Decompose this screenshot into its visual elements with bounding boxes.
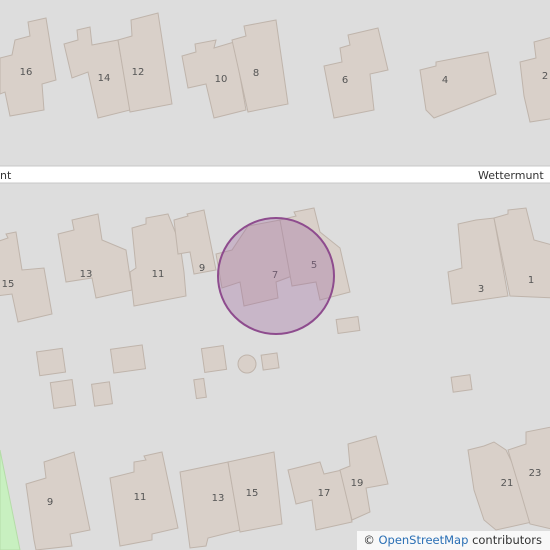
svg-text:4: 4: [442, 75, 448, 86]
building-13: 13: [57, 213, 133, 299]
svg-text:13: 13: [212, 493, 225, 504]
map-svg: nt Wettermunt 16 14 12 10 8 6 4 2 15 13: [0, 12, 550, 550]
svg-text:6: 6: [342, 75, 348, 86]
building-6: 6: [323, 27, 389, 119]
building-16: 16: [0, 17, 57, 117]
svg-text:11: 11: [134, 492, 147, 503]
street-wettermunt: [0, 165, 550, 184]
svg-text:1: 1: [528, 275, 534, 286]
building-2: 2: [519, 37, 550, 123]
svg-text:11: 11: [152, 269, 165, 280]
street-label-left: nt: [0, 169, 12, 182]
svg-text:13: 13: [80, 269, 93, 280]
copyright-symbol: ©: [363, 533, 375, 547]
building-15: 15: [0, 231, 53, 323]
map-canvas[interactable]: nt Wettermunt 16 14 12 10 8 6 4 2 15 13: [0, 0, 550, 550]
svg-text:15: 15: [2, 279, 15, 290]
building-4: 4: [419, 51, 497, 119]
svg-text:16: 16: [20, 67, 33, 78]
svg-text:2: 2: [542, 71, 548, 82]
building-9-south: 9: [25, 451, 91, 550]
svg-text:21: 21: [501, 478, 514, 489]
building-11-south: 11: [109, 451, 179, 547]
location-marker-circle[interactable]: [217, 217, 335, 335]
openstreetmap-link[interactable]: OpenStreetMap: [378, 533, 468, 547]
svg-text:12: 12: [132, 67, 145, 78]
park-area: [0, 449, 21, 550]
map-attribution: © OpenStreetMap contributors: [357, 531, 550, 550]
street-label-right: Wettermunt: [478, 169, 544, 182]
attribution-suffix: contributors: [472, 533, 542, 547]
svg-text:10: 10: [215, 74, 228, 85]
svg-text:9: 9: [199, 263, 205, 274]
svg-text:23: 23: [529, 468, 542, 479]
svg-text:9: 9: [47, 497, 53, 508]
svg-text:19: 19: [351, 478, 364, 489]
svg-text:15: 15: [246, 488, 259, 499]
svg-text:3: 3: [478, 284, 484, 295]
svg-text:17: 17: [318, 488, 331, 499]
svg-text:8: 8: [253, 68, 259, 79]
svg-text:14: 14: [98, 73, 111, 84]
